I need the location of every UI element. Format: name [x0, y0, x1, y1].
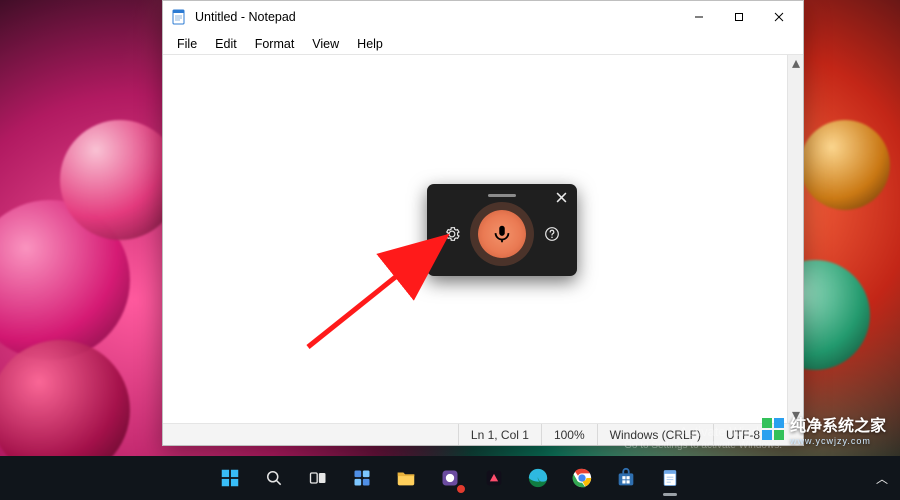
wallpaper-blob	[800, 120, 890, 210]
site-watermark: 纯净系统之家 www.ycwjzy.com	[762, 412, 886, 446]
task-view-icon	[308, 468, 328, 488]
menu-help[interactable]: Help	[349, 36, 391, 52]
menu-format[interactable]: Format	[247, 36, 303, 52]
drag-handle-icon[interactable]	[488, 194, 516, 197]
close-icon	[556, 192, 567, 203]
voice-mic-button[interactable]	[478, 210, 526, 258]
notepad-running[interactable]	[650, 458, 690, 498]
chrome-icon	[571, 467, 593, 489]
chevron-up-icon: ︿	[876, 470, 888, 487]
task-view-button[interactable]	[298, 458, 338, 498]
app-pinned-1[interactable]	[430, 458, 470, 498]
status-zoom: 100%	[541, 424, 597, 445]
store-icon	[615, 467, 637, 489]
vertical-scrollbar[interactable]: ▴ ▾	[787, 55, 803, 423]
microsoft-store[interactable]	[606, 458, 646, 498]
minimize-button[interactable]	[679, 3, 719, 31]
maximize-button[interactable]	[719, 3, 759, 31]
folder-icon	[395, 467, 417, 489]
desktop: Untitled - Notepad File Edit Format View…	[0, 0, 900, 500]
voice-close-button[interactable]	[547, 185, 575, 209]
widgets-icon	[352, 468, 372, 488]
titlebar[interactable]: Untitled - Notepad	[163, 1, 803, 33]
taskbar: ︿	[0, 456, 900, 500]
voice-typing-panel[interactable]	[427, 184, 577, 276]
close-button[interactable]	[759, 3, 799, 31]
notepad-icon	[171, 9, 187, 25]
taskbar-center	[210, 456, 690, 500]
app-pinned-2[interactable]	[474, 458, 514, 498]
search-icon	[264, 468, 284, 488]
microsoft-edge[interactable]	[518, 458, 558, 498]
notification-badge-icon	[456, 484, 466, 494]
google-chrome[interactable]	[562, 458, 602, 498]
widgets-button[interactable]	[342, 458, 382, 498]
menu-edit[interactable]: Edit	[207, 36, 245, 52]
gear-icon	[443, 225, 461, 243]
watermark-logo-icon	[762, 418, 784, 440]
edge-icon	[527, 467, 549, 489]
windows-logo-icon	[219, 467, 241, 489]
menubar: File Edit Format View Help	[163, 33, 803, 55]
tray-expand-button[interactable]: ︿	[872, 470, 892, 487]
microphone-icon	[491, 223, 513, 245]
search-button[interactable]	[254, 458, 294, 498]
statusbar: Ln 1, Col 1 100% Windows (CRLF) UTF-8	[163, 423, 803, 445]
notepad-icon	[660, 468, 680, 488]
watermark-brand: 纯净系统之家	[790, 412, 886, 436]
status-position: Ln 1, Col 1	[458, 424, 541, 445]
app-icon	[484, 468, 504, 488]
help-icon	[543, 225, 561, 243]
start-button[interactable]	[210, 458, 250, 498]
window-title: Untitled - Notepad	[195, 10, 296, 24]
voice-settings-button[interactable]	[441, 223, 463, 245]
status-line-ending: Windows (CRLF)	[597, 424, 713, 445]
watermark-url: www.ycwjzy.com	[790, 436, 886, 446]
system-tray[interactable]: ︿	[872, 470, 892, 487]
file-explorer[interactable]	[386, 458, 426, 498]
voice-help-button[interactable]	[541, 223, 563, 245]
scroll-up-button[interactable]: ▴	[788, 55, 804, 71]
menu-view[interactable]: View	[304, 36, 347, 52]
menu-file[interactable]: File	[169, 36, 205, 52]
